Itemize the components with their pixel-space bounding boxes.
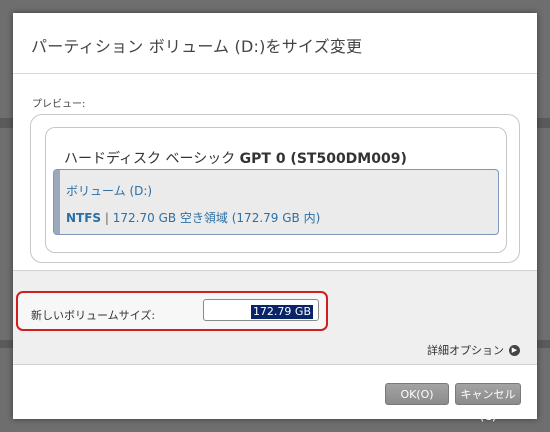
preview-label: プレビュー:: [32, 99, 86, 110]
new-size-value: 172.79 GB: [250, 305, 313, 319]
disk-model-text: GPT 0 (ST500DM009): [239, 151, 407, 167]
volume-info-separator: |: [104, 211, 109, 225]
dialog-title: パーティション ボリューム (D:)をサイズ変更: [31, 37, 363, 56]
title-divider: [13, 73, 537, 74]
volume-color-strip: [54, 170, 60, 234]
advanced-options-link[interactable]: 詳細オプション ▶: [427, 342, 520, 358]
resize-volume-dialog: パーティション ボリューム (D:)をサイズ変更 プレビュー: ハードディスク …: [13, 13, 537, 423]
ok-button[interactable]: OK(O): [385, 383, 449, 405]
new-size-label: 新しいボリュームサイズ:: [31, 309, 156, 322]
disk-type-text: ハードディスク ベーシック: [64, 151, 240, 167]
volume-info: NTFS | 172.70 GB 空き領域 (172.79 GB 内): [66, 209, 320, 226]
volume-name: ボリューム (D:): [66, 184, 153, 198]
arrow-right-circle-icon: ▶: [509, 344, 520, 356]
disk-card: ハードディスク ベーシック GPT 0 (ST500DM009) ボリューム (…: [45, 127, 507, 253]
disk-title: ハードディスク ベーシック GPT 0 (ST500DM009): [64, 148, 407, 168]
volume-card[interactable]: ボリューム (D:) NTFS | 172.70 GB 空き領域 (172.79…: [53, 169, 499, 235]
volume-space-info: 172.70 GB 空き領域 (172.79 GB 内): [112, 211, 321, 225]
resize-options-area: 新しいボリュームサイズ: 172.79 GB 詳細オプション ▶: [13, 270, 537, 365]
new-size-input[interactable]: 172.79 GB: [203, 299, 319, 321]
advanced-options-label: 詳細オプション: [427, 344, 504, 357]
cancel-button[interactable]: キャンセル(C): [455, 383, 521, 423]
preview-panel: ハードディスク ベーシック GPT 0 (ST500DM009) ボリューム (…: [30, 114, 520, 263]
volume-filesystem: NTFS: [66, 211, 102, 225]
